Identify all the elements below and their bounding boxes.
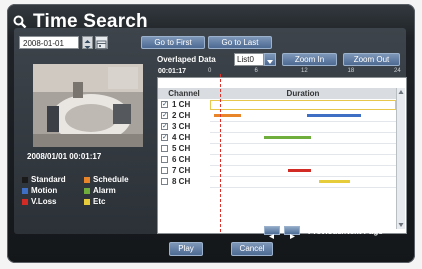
play-button[interactable]: Play bbox=[169, 242, 203, 256]
channel-label: 5 CH bbox=[172, 144, 191, 153]
legend-label: Schedule bbox=[93, 175, 129, 184]
channel-checkbox[interactable] bbox=[161, 167, 168, 174]
channel-label: 6 CH bbox=[172, 155, 191, 164]
channel-checkbox[interactable] bbox=[161, 145, 168, 152]
go-to-first-button[interactable]: Go to First bbox=[141, 36, 205, 49]
channel-label: 8 CH bbox=[172, 177, 191, 186]
recording-segment[interactable] bbox=[213, 114, 241, 117]
duration-track[interactable] bbox=[210, 144, 396, 155]
vertical-scrollbar[interactable] bbox=[396, 88, 405, 229]
date-spin-icon[interactable] bbox=[82, 36, 93, 49]
legend-swatch bbox=[84, 198, 90, 205]
channel-header: Channel bbox=[158, 88, 210, 99]
duration-track[interactable] bbox=[210, 155, 396, 166]
channel-label: 7 CH bbox=[172, 166, 191, 175]
recording-segment[interactable] bbox=[264, 136, 311, 139]
duration-track[interactable] bbox=[210, 122, 396, 133]
channel-row[interactable]: ✓ 1 CH bbox=[158, 100, 396, 110]
channel-checkbox[interactable] bbox=[161, 178, 168, 185]
channel-row[interactable]: 8 CH bbox=[158, 177, 396, 188]
chevron-down-icon[interactable] bbox=[264, 53, 276, 66]
channel-row[interactable]: 5 CH bbox=[158, 144, 396, 155]
search-icon bbox=[13, 15, 27, 29]
time-cursor-line[interactable] bbox=[220, 74, 222, 232]
duration-track[interactable] bbox=[210, 133, 396, 144]
overlapped-data-label: Overlaped Data bbox=[157, 55, 216, 64]
channel-row[interactable]: ✓ 2 CH bbox=[158, 111, 396, 122]
legend-label: V.Loss bbox=[31, 197, 57, 206]
duration-header: Duration bbox=[210, 88, 396, 99]
channel-label: 2 CH bbox=[172, 111, 191, 120]
legend-swatch bbox=[22, 198, 28, 205]
legend-swatch bbox=[84, 187, 90, 194]
duration-track[interactable] bbox=[210, 111, 396, 122]
legend-label: Motion bbox=[31, 186, 58, 195]
legend-schedule: Schedule bbox=[84, 175, 129, 184]
legend-vloss: V.Loss bbox=[22, 197, 57, 206]
hour-tick-label: 18 bbox=[347, 68, 355, 74]
prev-page-button[interactable] bbox=[264, 226, 280, 239]
hour-tick-label: 24 bbox=[394, 68, 401, 74]
zoom-in-button[interactable]: Zoom In bbox=[282, 53, 337, 66]
channel-checkbox[interactable]: ✓ bbox=[161, 123, 168, 130]
hour-tick-label: 0 bbox=[208, 68, 212, 74]
zoom-out-button[interactable]: Zoom Out bbox=[343, 53, 400, 66]
hour-tick-label: 6 bbox=[254, 68, 258, 74]
preview-timestamp: 2008/01/01 00:01:17 bbox=[27, 152, 102, 161]
time-readout: 00:01:17 bbox=[158, 68, 187, 75]
channel-label: 3 CH bbox=[172, 122, 191, 131]
legend-alarm: Alarm bbox=[84, 186, 116, 195]
legend-label: Etc bbox=[93, 197, 106, 206]
legend-label: Standard bbox=[31, 175, 66, 184]
calendar-icon[interactable] bbox=[95, 36, 108, 50]
channel-checkbox[interactable]: ✓ bbox=[161, 101, 168, 108]
prev-next-page-label: Previous/Next Page bbox=[308, 227, 383, 236]
recording-segment[interactable] bbox=[306, 114, 362, 117]
cancel-button[interactable]: Cancel bbox=[231, 242, 273, 256]
date-field[interactable]: 2008-01-01 bbox=[19, 36, 79, 49]
channel-row[interactable]: ✓ 3 CH bbox=[158, 122, 396, 133]
legend-label: Alarm bbox=[93, 186, 116, 195]
camera-preview-image bbox=[33, 64, 143, 147]
duration-track[interactable] bbox=[210, 177, 396, 188]
recording-segment[interactable] bbox=[318, 180, 350, 183]
legend-etc: Etc bbox=[84, 197, 105, 206]
recording-segment[interactable] bbox=[287, 169, 311, 172]
channel-label: 1 CH bbox=[172, 100, 191, 109]
channel-label: 4 CH bbox=[172, 133, 191, 142]
channel-checkbox[interactable]: ✓ bbox=[161, 112, 168, 119]
duration-track[interactable] bbox=[210, 166, 396, 177]
legend-motion: Motion bbox=[22, 186, 57, 195]
legend-swatch bbox=[22, 187, 28, 194]
channel-row[interactable]: 7 CH bbox=[158, 166, 396, 177]
duration-track[interactable] bbox=[210, 100, 396, 110]
channel-row[interactable]: 6 CH bbox=[158, 155, 396, 166]
channel-checkbox[interactable] bbox=[161, 156, 168, 163]
next-page-button[interactable] bbox=[284, 226, 300, 239]
channel-checkbox[interactable]: ✓ bbox=[161, 134, 168, 141]
go-to-last-button[interactable]: Go to Last bbox=[208, 36, 272, 49]
channel-row[interactable]: ✓ 4 CH bbox=[158, 133, 396, 144]
overlapped-list-select[interactable]: List0 bbox=[234, 53, 264, 66]
legend-swatch bbox=[84, 176, 90, 183]
hour-tick-label: 12 bbox=[301, 68, 308, 74]
legend-swatch bbox=[22, 176, 28, 183]
legend-standard: Standard bbox=[22, 175, 66, 184]
